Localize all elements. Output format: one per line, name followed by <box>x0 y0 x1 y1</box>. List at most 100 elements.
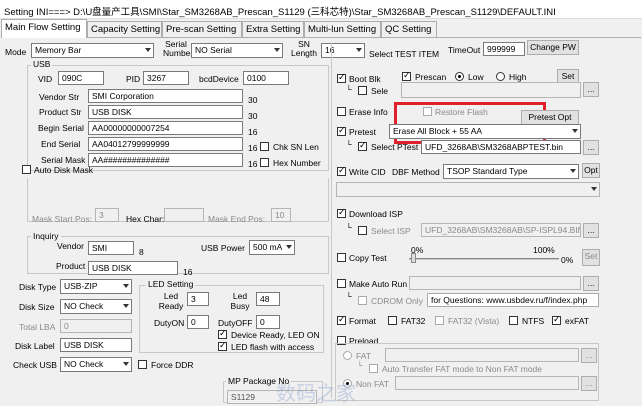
chevron-down-icon <box>123 304 129 308</box>
timeout-input[interactable]: 999999 <box>483 42 525 56</box>
select-isp-checkbox[interactable] <box>358 226 367 235</box>
led-busy-input[interactable]: 48 <box>256 292 280 306</box>
bcddevice-input[interactable]: 0100 <box>243 71 289 85</box>
usb-power-select[interactable]: 500 mA <box>249 240 295 255</box>
product-str-input[interactable]: USB DISK <box>88 105 243 119</box>
tab-capacity-setting[interactable]: Capacity Setting <box>87 21 162 37</box>
copy-test-slider[interactable] <box>409 258 559 260</box>
hex-char-input[interactable] <box>164 208 204 222</box>
check-usb-select[interactable]: NO Check <box>60 357 132 372</box>
serial-mask-input[interactable]: AA############## <box>88 153 243 167</box>
begin-serial-input[interactable]: AA00000000007254 <box>88 121 243 135</box>
auto-run-file-input[interactable] <box>409 276 581 290</box>
corner-mark: └ <box>346 292 352 301</box>
sn-length-select[interactable]: 16 <box>321 43 365 58</box>
pretest-opt-button[interactable]: Pretest Opt <box>521 110 579 125</box>
fat-file-input[interactable] <box>385 348 579 362</box>
boot-blk-checkbox[interactable] <box>337 72 346 83</box>
inquiry-product-input[interactable]: USB DISK <box>88 261 178 275</box>
restore-flash-checkbox[interactable] <box>423 107 432 116</box>
exfat-checkbox[interactable] <box>552 314 561 325</box>
pretest-select[interactable]: Erase All Block + 55 AA <box>389 124 581 139</box>
ptest-browse-button[interactable]: ... <box>583 140 599 155</box>
serial-number-select[interactable]: NO Serial <box>191 43 283 58</box>
inquiry-group-title: Inquiry <box>31 231 61 241</box>
fat-browse-button[interactable]: ... <box>581 348 597 363</box>
prescan-checkbox[interactable] <box>402 70 411 81</box>
device-ready-led-on-checkbox[interactable] <box>218 328 227 339</box>
mask-start-pos-input[interactable]: 3 <box>95 208 119 222</box>
sele-checkbox[interactable] <box>358 86 367 95</box>
mask-end-pos-input[interactable]: 10 <box>271 208 291 222</box>
tab-extra-setting[interactable]: Extra Setting <box>242 21 304 37</box>
high-radio[interactable] <box>496 72 505 81</box>
boot-blk-browse-button[interactable]: ... <box>583 82 599 97</box>
cid-extra-select[interactable] <box>336 182 600 197</box>
non-fat-browse-button[interactable]: ... <box>581 376 597 391</box>
erase-info-checkbox[interactable] <box>337 107 346 116</box>
corner-mark: └ <box>357 361 363 370</box>
vid-input[interactable]: 090C <box>58 71 104 85</box>
total-lba-input[interactable]: 0 <box>60 319 132 333</box>
force-ddr-label: Force DDR <box>151 360 194 370</box>
fat32-checkbox[interactable] <box>388 316 397 325</box>
disk-type-select[interactable]: USB-ZIP <box>60 279 132 294</box>
copy-max-label: 100% <box>533 245 555 255</box>
boot-blk-file-input[interactable] <box>401 82 581 98</box>
auto-disk-mask-checkbox[interactable] <box>22 165 31 174</box>
pid-input[interactable]: 3267 <box>143 71 189 85</box>
led-ready-input[interactable]: 3 <box>187 292 209 306</box>
low-radio[interactable] <box>455 72 464 81</box>
vendor-str-input[interactable]: SMI Corporation <box>88 89 243 103</box>
copy-test-set-button[interactable]: Set <box>582 249 600 266</box>
ntfs-checkbox[interactable] <box>509 316 518 325</box>
chevron-down-icon <box>123 284 129 288</box>
inquiry-product-label: Product <box>56 261 86 271</box>
auto-transfer-checkbox[interactable] <box>369 364 378 373</box>
select-isp-label: Select ISP <box>371 226 411 236</box>
tab-prescan-setting[interactable]: Pre-scan Setting <box>162 21 242 37</box>
disk-size-select[interactable]: NO Check <box>60 299 132 314</box>
fat32-vista-label: FAT32 (Vista) <box>448 316 500 326</box>
mode-select[interactable]: Memory Bar <box>31 43 154 58</box>
end-serial-input[interactable]: AA04012799999999 <box>88 137 243 151</box>
write-cid-label: Write CID <box>349 167 386 177</box>
copy-test-value: 0% <box>561 255 574 265</box>
isp-file-input[interactable]: UFD_3268AB\SM3268AB\SP-ISPL94.BIN <box>421 223 581 237</box>
non-fat-file-input[interactable] <box>395 376 579 390</box>
fat32-vista-checkbox[interactable] <box>435 316 444 325</box>
prescan-label: Prescan <box>415 72 447 82</box>
dbf-method-label: DBF Method <box>392 167 440 177</box>
make-auto-run-checkbox[interactable] <box>337 279 346 288</box>
download-isp-label: Download ISP <box>349 209 403 219</box>
force-ddr-checkbox[interactable] <box>138 360 147 369</box>
dbf-method-select[interactable]: TSOP Standard Type <box>443 164 579 179</box>
pretest-checkbox[interactable] <box>337 125 346 136</box>
vendor-str-label: Vendor Str <box>39 92 80 102</box>
auto-run-browse-button[interactable]: ... <box>583 276 599 291</box>
copy-test-checkbox[interactable] <box>337 253 346 262</box>
dutyon-input[interactable]: 0 <box>187 315 209 329</box>
led-flash-checkbox[interactable] <box>218 340 227 351</box>
copy-test-slider-thumb[interactable] <box>411 253 416 263</box>
hex-number-checkbox[interactable] <box>260 158 269 167</box>
change-pw-button[interactable]: Change PW <box>527 40 579 55</box>
inquiry-vendor-input[interactable]: SMI <box>88 241 134 255</box>
tab-qc-setting[interactable]: QC Setting <box>381 21 437 37</box>
format-checkbox[interactable] <box>337 314 346 325</box>
opt-button[interactable]: Opt <box>582 163 600 178</box>
fat-radio[interactable] <box>343 351 352 360</box>
hex-char-label: Hex Char: <box>126 214 165 224</box>
download-isp-checkbox[interactable] <box>337 207 346 218</box>
cdrom-only-checkbox[interactable] <box>358 296 367 305</box>
isp-browse-button[interactable]: ... <box>583 223 599 238</box>
chk-sn-len-checkbox[interactable] <box>260 142 269 151</box>
write-cid-checkbox[interactable] <box>337 165 346 176</box>
tab-main-flow-setting[interactable]: Main Flow Setting <box>1 19 87 38</box>
tab-multilun-setting[interactable]: Multi-lun Setting <box>304 21 381 37</box>
title-bar: Setting INI===> D:\U盘量产工具\SMI\Star_SM326… <box>0 0 642 19</box>
disk-label-input[interactable]: USB DISK <box>60 338 132 352</box>
select-ptest-checkbox[interactable] <box>358 140 367 151</box>
ptest-file-input[interactable]: UFD_3268AB\SM3268ABPTEST.bin <box>421 140 581 154</box>
dutyoff-input[interactable]: 0 <box>256 315 280 329</box>
